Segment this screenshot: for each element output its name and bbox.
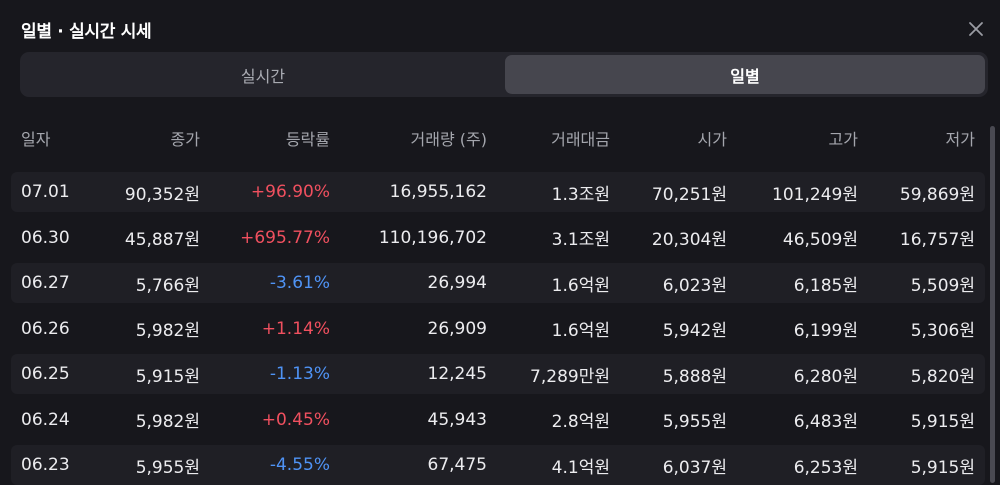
cell-low: 5,915원 [910, 457, 975, 478]
cell-amount: 4.1억원 [551, 457, 610, 478]
cell-open: 20,304원 [651, 230, 727, 250]
cell-change: +96.90% [250, 182, 330, 202]
cell-close: 5,982원 [135, 321, 200, 341]
cell-close: 5,915원 [135, 366, 200, 387]
cell-volume: 16,955,162 [389, 182, 487, 202]
page-title: 일별 · 실시간 시세 [21, 22, 152, 42]
table-row: 07.01 90,352원 +96.90% 16,955,162 1.3조원 70,251… [11, 172, 985, 212]
cell-close: 5,766원 [135, 275, 200, 296]
cell-volume: 67,475 [427, 455, 487, 475]
cell-date: 06.24 [21, 409, 70, 430]
column-header-date: 일자 [21, 130, 51, 149]
cell-volume: 26,994 [427, 273, 487, 293]
column-header-amount: 거래대금 [551, 130, 610, 149]
cell-volume: 45,943 [427, 409, 487, 430]
cell-date: 06.30 [21, 227, 70, 248]
cell-volume: 26,909 [427, 318, 487, 339]
cell-amount: 7,289만원 [530, 366, 610, 387]
tab-daily[interactable]: 일별 [505, 55, 985, 94]
cell-close: 45,887원 [124, 230, 200, 250]
column-header-volume: 거래량 (주) [410, 130, 487, 149]
tab-realtime[interactable]: 실시간 [23, 55, 503, 94]
cell-low: 5,820원 [910, 366, 975, 387]
cell-close: 5,982원 [135, 412, 200, 432]
table-row: 06.24 5,982원 +0.45% 45,943 2.8억원 5,955원 6,483원… [11, 400, 985, 440]
close-icon[interactable] [966, 19, 986, 39]
cell-high: 6,199원 [793, 321, 858, 341]
cell-date: 06.26 [21, 318, 70, 339]
cell-open: 5,942원 [662, 321, 727, 341]
column-header-open: 시가 [697, 130, 727, 149]
cell-date: 06.27 [21, 273, 70, 293]
cell-open: 5,955원 [662, 412, 727, 432]
cell-open: 5,888원 [662, 366, 727, 387]
cell-amount: 2.8억원 [551, 412, 610, 432]
table-row: 06.30 45,887원 +695.77% 110,196,702 3.1조원 20,3… [11, 218, 985, 258]
cell-amount: 1.6억원 [551, 321, 610, 341]
cell-high: 6,185원 [793, 275, 858, 296]
scrollbar-thumb[interactable] [990, 126, 995, 483]
table-header: 일자 종가 등락률 거래량 (주) 거래대금 시가 고가 저가 [0, 124, 1000, 152]
cell-low: 5,306원 [910, 321, 975, 341]
cell-date: 06.25 [21, 364, 70, 384]
cell-open: 70,251원 [651, 184, 727, 205]
column-header-low: 저가 [945, 130, 975, 149]
table-row: 06.25 5,915원 -1.13% 12,245 7,289만원 5,888원 6,28… [11, 354, 985, 394]
cell-high: 6,483원 [793, 412, 858, 432]
cell-low: 5,509원 [910, 275, 975, 296]
cell-date: 06.23 [21, 455, 70, 475]
cell-change: -3.61% [269, 273, 330, 293]
cell-low: 59,869원 [899, 184, 975, 205]
cell-amount: 1.6억원 [551, 275, 610, 296]
table-row: 06.27 5,766원 -3.61% 26,994 1.6억원 6,023원 6,185원… [11, 263, 985, 303]
column-header-close: 종가 [170, 130, 200, 149]
cell-open: 6,037원 [662, 457, 727, 478]
cell-change: +1.14% [261, 318, 330, 339]
table-row: 06.26 5,982원 +1.14% 26,909 1.6억원 5,942원 6,199원… [11, 309, 985, 349]
cell-high: 46,509원 [782, 230, 858, 250]
scrollbar[interactable] [990, 126, 995, 483]
cell-high: 101,249원 [772, 184, 858, 205]
cell-close: 90,352원 [124, 184, 200, 205]
table-row: 06.23 5,955원 -4.55% 67,475 4.1억원 6,037원 6,253원… [11, 445, 985, 485]
cell-change: -1.13% [269, 364, 330, 384]
cell-volume: 12,245 [427, 364, 487, 384]
cell-amount: 3.1조원 [551, 230, 610, 250]
cell-date: 07.01 [21, 182, 70, 202]
column-header-change: 등락률 [285, 130, 330, 149]
cell-change: +0.45% [261, 409, 330, 430]
cell-amount: 1.3조원 [551, 184, 610, 205]
cell-open: 6,023원 [662, 275, 727, 296]
view-tab-bar: 실시간 일별 [20, 52, 988, 97]
column-header-high: 고가 [828, 130, 858, 149]
cell-low: 5,915원 [910, 412, 975, 432]
cell-high: 6,280원 [793, 366, 858, 387]
cell-change: +695.77% [240, 227, 330, 248]
cell-low: 16,757원 [899, 230, 975, 250]
cell-change: -4.55% [269, 455, 330, 475]
cell-high: 6,253원 [793, 457, 858, 478]
cell-volume: 110,196,702 [378, 227, 487, 248]
cell-close: 5,955원 [135, 457, 200, 478]
